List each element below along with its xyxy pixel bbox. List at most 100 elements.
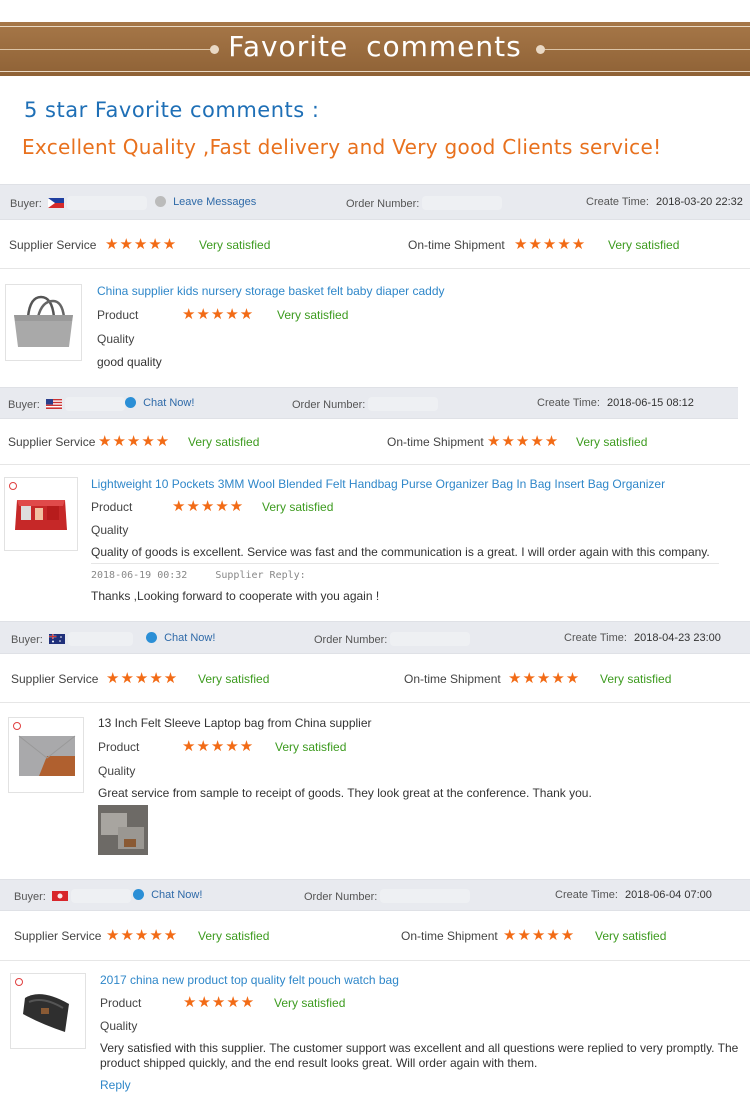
product-name-link[interactable]: China supplier kids nursery storage bask… [97, 284, 445, 298]
shipment-value: Very satisfied [576, 435, 648, 449]
chat-now-link[interactable]: Chat Now! [146, 632, 215, 644]
hong-kong-flag-icon [51, 891, 68, 901]
order-number-redacted [422, 196, 503, 210]
felt-basket-image [14, 295, 73, 347]
message-icon [155, 196, 166, 207]
buyer-label: Buyer: [14, 891, 46, 903]
product-thumbnail[interactable] [5, 284, 82, 361]
reply-link[interactable]: Reply [100, 1078, 131, 1092]
review-header: Buyer: Chat Now! Order Number: Create Ti… [0, 387, 738, 419]
product-block: China supplier kids nursery storage bask… [0, 269, 750, 384]
section-banner: Favorite comments [0, 22, 750, 76]
supplier-service-label: Supplier Service [8, 435, 96, 449]
buyer-photo[interactable] [98, 805, 148, 855]
australia-flag-icon [48, 634, 65, 644]
watch-pouch-image [23, 994, 69, 1032]
order-number-field: Order Number: [346, 196, 503, 210]
supplier-service-label: Supplier Service [11, 672, 99, 686]
supplier-service-value: Very satisfied [199, 238, 271, 252]
buyer-name-redacted [64, 397, 125, 411]
supplier-reply-meta: 2018-06-19 00:32 Supplier Reply: [91, 563, 719, 581]
review-comment: good quality [97, 355, 162, 369]
product-thumbnail[interactable] [8, 717, 84, 793]
order-number-redacted [380, 889, 471, 903]
banner-right-line [545, 49, 750, 50]
create-time-field: Create Time: 2018-03-20 22:32 [586, 196, 743, 208]
order-number-field: Order Number: [314, 632, 471, 646]
buyer-photo-image [98, 805, 148, 855]
product-label: Product [97, 308, 139, 322]
shipment-value: Very satisfied [595, 929, 667, 943]
quality-label: Quality [91, 523, 129, 537]
product-name-link[interactable]: 2017 china new product top quality felt … [100, 973, 399, 987]
create-time-value: 2018-03-20 22:32 [656, 196, 743, 208]
quality-label: Quality [100, 1019, 138, 1033]
order-number-redacted [368, 397, 439, 411]
page-heading: 5 star Favorite comments : [24, 98, 320, 122]
create-time-value: 2018-04-23 23:00 [634, 632, 721, 644]
review-card: Buyer: Leave Messages Order Number: Crea… [0, 184, 750, 384]
shipment-value: Very satisfied [600, 672, 672, 686]
create-time-field: Create Time: 2018-04-23 23:00 [564, 632, 721, 644]
supplier-reply-text: Thanks ,Looking forward to cooperate wit… [91, 589, 380, 603]
review-header: Buyer: Chat Now! Order Number: Create Ti… [0, 621, 750, 654]
order-number-label: Order Number: [292, 399, 366, 411]
badge-icon [15, 978, 23, 986]
product-rating-value: Very satisfied [262, 500, 334, 514]
order-number-label: Order Number: [304, 891, 378, 903]
shipment-stars: ★★★★★ [508, 670, 581, 687]
create-time-label: Create Time: [537, 397, 600, 409]
product-stars: ★★★★★ [182, 306, 255, 323]
shipment-label: On-time Shipment [387, 435, 484, 449]
page-subheading: Excellent Quality ,Fast delivery and Ver… [22, 135, 662, 159]
leave-messages-link[interactable]: Leave Messages [155, 196, 256, 208]
chat-now-link[interactable]: Chat Now! [125, 397, 194, 409]
shipment-value: Very satisfied [608, 238, 680, 252]
buyer-label: Buyer: [8, 399, 40, 411]
review-card: Buyer: Chat Now! Order Number: Create Ti… [0, 879, 750, 1119]
product-name-link[interactable]: Lightweight 10 Pockets 3MM Wool Blended … [91, 477, 665, 491]
create-time-value: 2018-06-04 07:00 [625, 889, 712, 901]
product-stars: ★★★★★ [182, 738, 255, 755]
buyer-name-redacted [70, 889, 131, 903]
create-time-label: Create Time: [586, 196, 649, 208]
shipment-label: On-time Shipment [404, 672, 501, 686]
order-number-redacted [390, 632, 471, 646]
shipment-stars: ★★★★★ [503, 927, 576, 944]
review-header: Buyer: Leave Messages Order Number: Crea… [0, 184, 750, 220]
review-comment: Great service from sample to receipt of … [98, 786, 592, 800]
chat-now-link[interactable]: Chat Now! [133, 889, 202, 901]
create-time-label: Create Time: [564, 632, 627, 644]
supplier-service-value: Very satisfied [198, 929, 270, 943]
product-rating-value: Very satisfied [277, 308, 349, 322]
product-thumbnail[interactable] [4, 477, 78, 551]
product-rating-value: Very satisfied [275, 740, 347, 754]
order-number-label: Order Number: [314, 634, 388, 646]
buyer-name-redacted [67, 632, 133, 646]
rating-row: Supplier Service ★★★★★ Very satisfied On… [0, 653, 750, 703]
review-card: Buyer: Chat Now! Order Number: Create Ti… [0, 619, 750, 879]
review-card: Buyer: Chat Now! Order Number: Create Ti… [0, 385, 750, 618]
product-thumbnail[interactable] [10, 973, 86, 1049]
quality-label: Quality [97, 332, 135, 346]
shipment-stars: ★★★★★ [514, 236, 587, 253]
shipment-label: On-time Shipment [401, 929, 498, 943]
create-time-field: Create Time: 2018-06-15 08:12 [537, 397, 694, 409]
product-name-link[interactable]: 13 Inch Felt Sleeve Laptop bag from Chin… [98, 716, 372, 730]
product-block: 13 Inch Felt Sleeve Laptop bag from Chin… [0, 703, 750, 879]
product-label: Product [91, 500, 133, 514]
create-time-value: 2018-06-15 08:12 [607, 397, 694, 409]
supplier-reply-label: Supplier Reply: [215, 570, 306, 581]
review-header: Buyer: Chat Now! Order Number: Create Ti… [0, 879, 750, 911]
laptop-sleeve-image [18, 735, 76, 776]
product-block: Lightweight 10 Pockets 3MM Wool Blended … [0, 465, 750, 618]
supplier-service-stars: ★★★★★ [98, 433, 171, 450]
banner-title: Favorite comments [228, 30, 522, 63]
supplier-service-stars: ★★★★★ [106, 670, 179, 687]
rating-row: Supplier Service ★★★★★ Very satisfied On… [0, 910, 750, 961]
buyer-label: Buyer: [10, 198, 42, 210]
rating-row: Supplier Service ★★★★★ Very satisfied On… [0, 219, 750, 269]
product-label: Product [100, 996, 142, 1010]
shipment-label: On-time Shipment [408, 238, 505, 252]
order-number-field: Order Number: [304, 889, 471, 903]
